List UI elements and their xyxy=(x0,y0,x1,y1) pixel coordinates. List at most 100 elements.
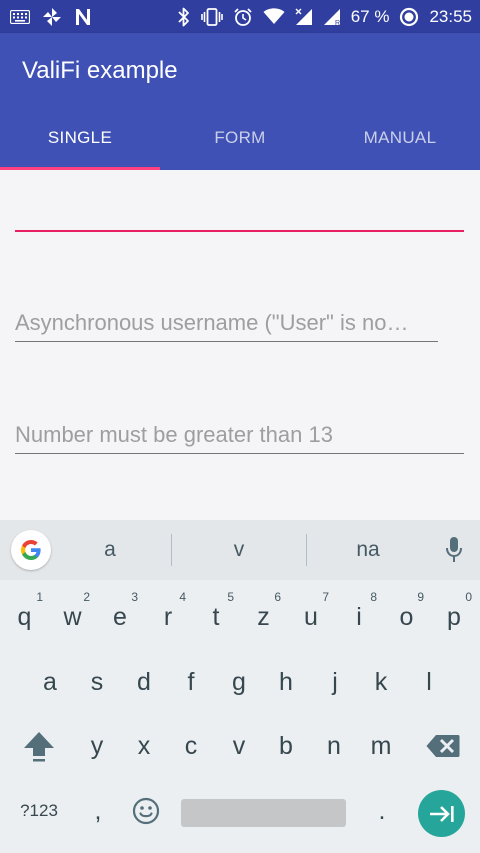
status-bar: R 67 % 23:55 xyxy=(0,0,480,33)
key-l[interactable]: l xyxy=(405,653,453,711)
tab-bar: SINGLE FORM MANUAL xyxy=(0,105,480,170)
battery-icon xyxy=(399,7,419,27)
key-u[interactable]: u7 xyxy=(287,588,335,646)
key-b[interactable]: b xyxy=(262,717,310,775)
key-hint: 5 xyxy=(227,590,234,604)
space-bar[interactable] xyxy=(181,799,346,827)
suggestion-bar: a v na xyxy=(0,520,480,580)
backspace-icon xyxy=(426,735,460,757)
comma-key[interactable]: , xyxy=(74,782,122,840)
key-h[interactable]: h xyxy=(262,653,310,711)
key-t[interactable]: t5 xyxy=(192,588,240,646)
bluetooth-icon xyxy=(177,7,191,27)
key-label: p xyxy=(447,602,461,631)
app-title: ValiFi example xyxy=(22,57,178,84)
svg-text:R: R xyxy=(335,20,340,26)
form-content xyxy=(0,170,480,520)
text-input-1[interactable] xyxy=(15,196,464,232)
key-label: z xyxy=(257,602,270,631)
suggestion-divider xyxy=(171,534,172,566)
key-x[interactable]: x xyxy=(120,717,168,775)
number-input[interactable] xyxy=(15,416,464,454)
key-c[interactable]: c xyxy=(167,717,215,775)
emoji-smiley-icon xyxy=(132,797,160,825)
screen: R 67 % 23:55 ValiFi example SINGLE FORM … xyxy=(0,0,480,853)
key-g[interactable]: g xyxy=(215,653,263,711)
text-field-1 xyxy=(15,196,464,232)
key-label: i xyxy=(356,602,362,631)
tab-manual[interactable]: MANUAL xyxy=(320,105,480,170)
number-field xyxy=(15,416,464,454)
key-j[interactable]: j xyxy=(311,653,359,711)
key-m[interactable]: m xyxy=(357,717,405,775)
battery-percent: 67 % xyxy=(350,6,390,26)
key-p[interactable]: p0 xyxy=(430,588,478,646)
key-q[interactable]: q1 xyxy=(0,588,49,646)
key-hint: 9 xyxy=(417,590,424,604)
key-hint: 7 xyxy=(322,590,329,604)
soft-keyboard: a v na q1 w2 e3 r4 t5 z6 u7 i8 o9 p0 a s xyxy=(0,520,480,853)
key-label: e xyxy=(113,602,127,631)
n-app-icon xyxy=(74,8,92,26)
key-label: q xyxy=(17,602,32,631)
text-field-1-underline-focused xyxy=(15,230,464,232)
status-bar-right: R 67 % 23:55 xyxy=(177,0,472,33)
key-s[interactable]: s xyxy=(73,653,121,711)
status-time: 23:55 xyxy=(429,6,472,26)
key-z[interactable]: z6 xyxy=(240,588,287,646)
key-hint: 3 xyxy=(131,590,138,604)
key-d[interactable]: d xyxy=(120,653,168,711)
key-e[interactable]: e3 xyxy=(96,588,144,646)
suggestion-2[interactable]: v xyxy=(174,520,304,580)
signal-no-data-icon xyxy=(295,8,313,26)
keyboard-row-1: q1 w2 e3 r4 t5 z6 u7 i8 o9 p0 xyxy=(0,588,480,646)
key-n[interactable]: n xyxy=(310,717,358,775)
key-k[interactable]: k xyxy=(357,653,405,711)
shift-arrow-icon xyxy=(24,732,54,762)
key-label: r xyxy=(163,602,173,631)
key-label: w xyxy=(63,602,82,631)
username-field xyxy=(15,304,438,342)
key-a[interactable]: a xyxy=(26,653,74,711)
suggestion-1[interactable]: a xyxy=(50,520,170,580)
tab-form[interactable]: FORM xyxy=(160,105,320,170)
key-label: t xyxy=(212,602,220,631)
period-key[interactable]: . xyxy=(358,782,406,840)
key-label: o xyxy=(399,602,414,631)
key-y[interactable]: y xyxy=(73,717,121,775)
vibrate-icon xyxy=(200,7,223,26)
key-i[interactable]: i8 xyxy=(335,588,383,646)
key-label: u xyxy=(304,602,318,631)
pinwheel-icon xyxy=(42,7,62,27)
key-f[interactable]: f xyxy=(167,653,215,711)
key-o[interactable]: o9 xyxy=(383,588,430,646)
key-w[interactable]: w2 xyxy=(49,588,96,646)
tab-form-label: FORM xyxy=(214,127,266,147)
key-v[interactable]: v xyxy=(215,717,263,775)
key-hint: 1 xyxy=(36,590,43,604)
google-g-icon xyxy=(21,540,41,560)
keyboard-row-4: ?123 , . xyxy=(0,782,480,840)
next-field-button[interactable] xyxy=(418,790,465,837)
tab-single-label: SINGLE xyxy=(47,127,113,147)
google-g-button[interactable] xyxy=(11,530,51,570)
suggestion-divider xyxy=(306,534,307,566)
tab-next-arrow-icon xyxy=(429,805,454,822)
emoji-key[interactable] xyxy=(122,782,170,840)
symbols-key[interactable]: ?123 xyxy=(8,782,70,840)
backspace-key[interactable] xyxy=(418,717,468,775)
key-hint: 2 xyxy=(83,590,90,604)
keyboard-icon xyxy=(10,9,30,24)
microphone-button[interactable] xyxy=(440,535,468,565)
tab-single[interactable]: SINGLE xyxy=(0,105,160,170)
tab-manual-label: MANUAL xyxy=(363,127,437,147)
key-hint: 0 xyxy=(465,590,472,604)
username-input[interactable] xyxy=(15,304,438,342)
keyboard-row-2: a s d f g h j k l xyxy=(0,653,480,711)
shift-key[interactable] xyxy=(14,717,64,775)
key-r[interactable]: r4 xyxy=(144,588,192,646)
number-field-underline xyxy=(15,453,464,454)
keyboard-row-3: y x c v b n m xyxy=(0,717,480,775)
suggestion-3[interactable]: na xyxy=(308,520,428,580)
wifi-icon xyxy=(263,8,285,25)
